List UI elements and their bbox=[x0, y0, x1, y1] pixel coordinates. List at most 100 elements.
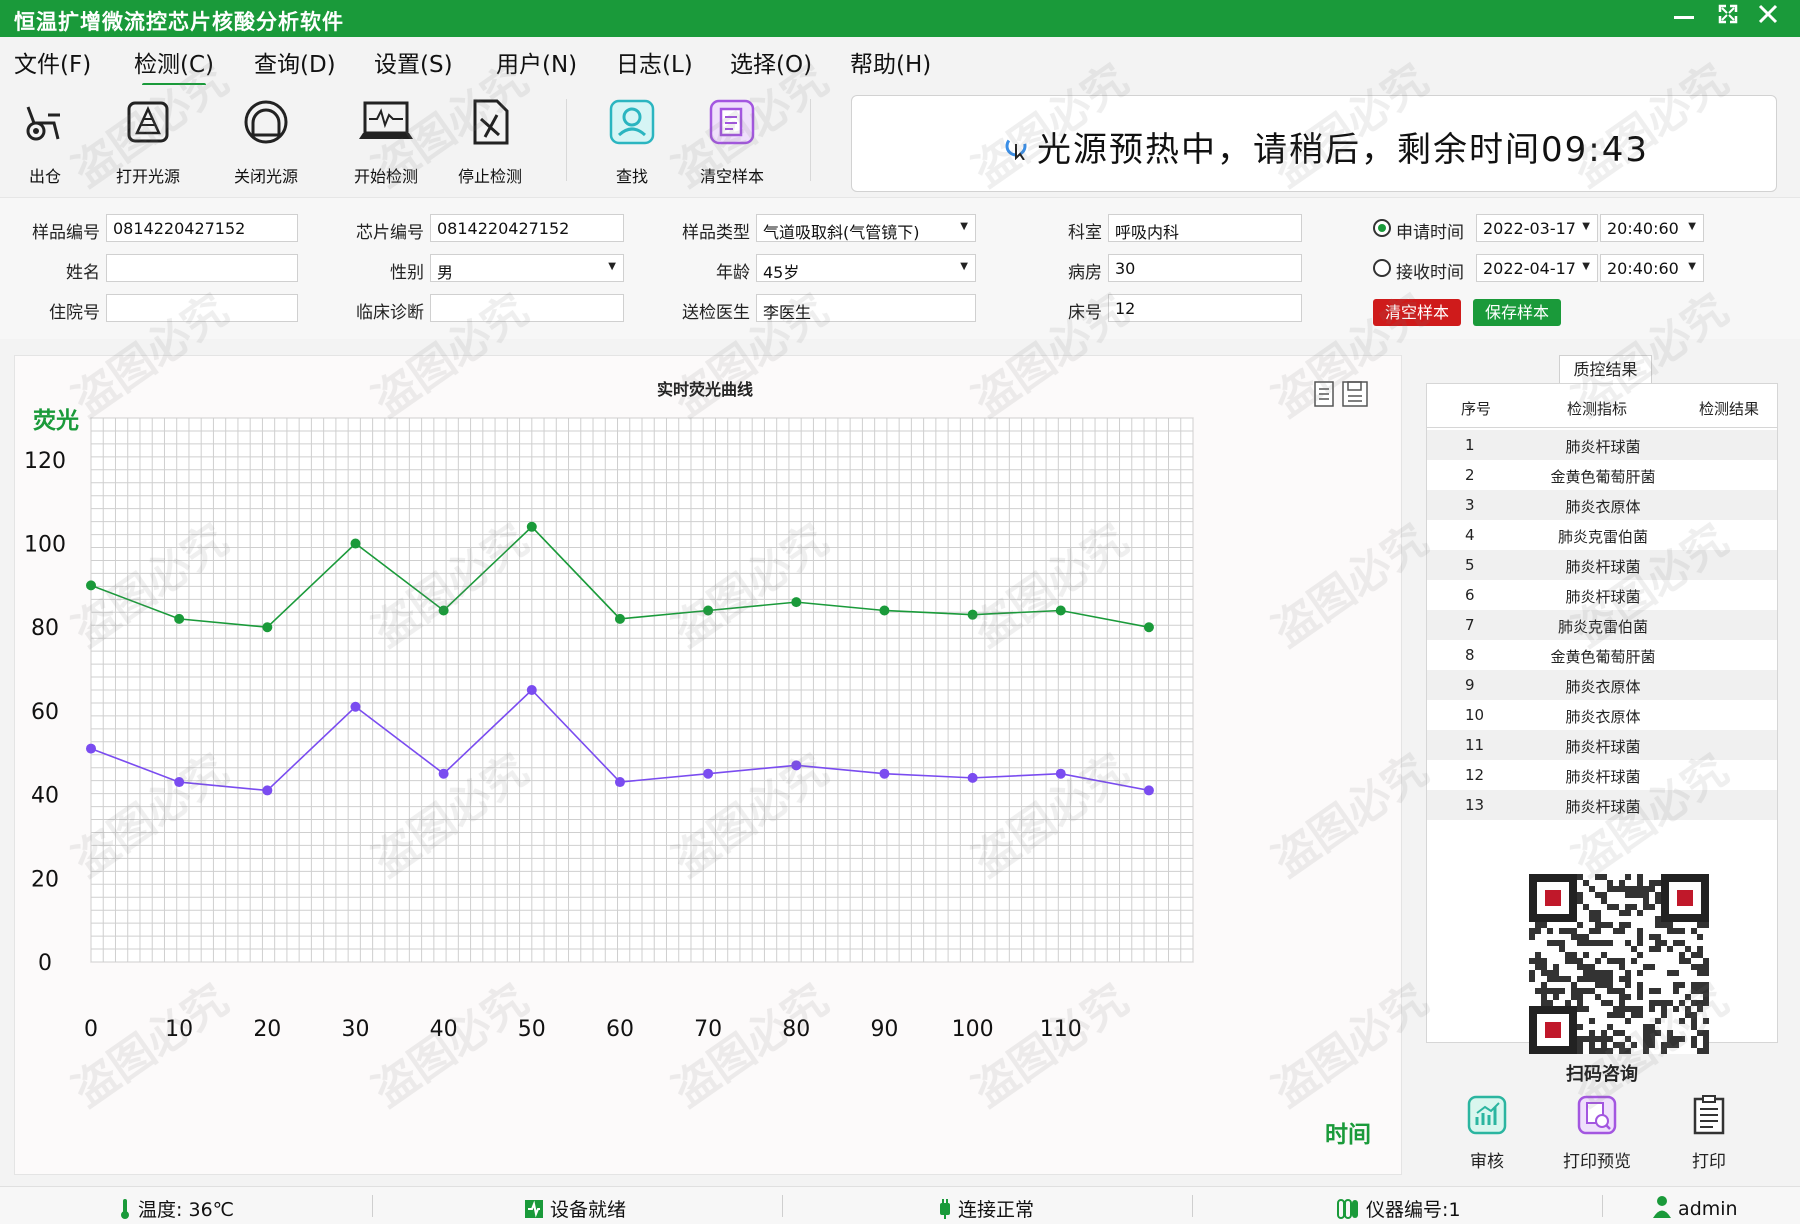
clear-sample-form-button[interactable]: 清空样本 bbox=[1373, 299, 1461, 326]
list-view-icon[interactable] bbox=[1314, 381, 1334, 407]
table-row[interactable]: 3 肺炎衣原体 bbox=[1427, 490, 1777, 520]
stop-detect-button[interactable]: 停止检测 bbox=[440, 95, 540, 186]
apply-clock-select[interactable]: 20:40:60 bbox=[1600, 214, 1704, 242]
table-row[interactable]: 6 肺炎杆球菌 bbox=[1427, 580, 1777, 610]
chart-panel: 0 20 40 60 80 100 120 0 10 20 30 40 50 60 70 80 90 100 11… bbox=[14, 355, 1402, 1175]
row-index: 12 bbox=[1465, 766, 1485, 784]
gender-select[interactable]: 男 bbox=[430, 254, 624, 282]
close-light-label: 关闭光源 bbox=[233, 167, 298, 186]
search-label: 查找 bbox=[615, 167, 648, 186]
receive-date-select[interactable]: 2022-04-17 bbox=[1476, 254, 1598, 282]
data-point bbox=[86, 743, 96, 754]
header-index: 序号 bbox=[1461, 400, 1492, 418]
review-button[interactable]: 审核 bbox=[1442, 1093, 1532, 1173]
header-indicator: 检测指标 bbox=[1567, 400, 1628, 418]
chip-no-field[interactable]: 0814220427152 bbox=[430, 214, 624, 242]
row-indicator: 肺炎杆球菌 bbox=[1565, 798, 1641, 816]
row-index: 6 bbox=[1465, 586, 1475, 604]
menu-log[interactable]: 日志(L) bbox=[616, 45, 693, 79]
temperature-status: 温度: 36℃ bbox=[118, 1195, 234, 1222]
title-bar: 恒温扩增微流控芯片核酸分析软件 bbox=[0, 0, 1800, 37]
maximize-icon bbox=[1718, 4, 1738, 24]
age-value: 45岁 bbox=[763, 263, 800, 282]
close-button[interactable] bbox=[1752, 2, 1784, 34]
print-button[interactable]: 打印 bbox=[1664, 1093, 1754, 1173]
start-detect-button[interactable]: 开始检测 bbox=[336, 95, 436, 186]
x-tick-label: 110 bbox=[1040, 1017, 1082, 1042]
out-button[interactable]: 出仓 bbox=[0, 95, 95, 186]
table-row[interactable]: 11 肺炎杆球菌 bbox=[1427, 730, 1777, 760]
print-preview-button[interactable]: 打印预览 bbox=[1552, 1093, 1642, 1173]
row-indicator: 肺炎杆球菌 bbox=[1565, 438, 1641, 456]
menu-query[interactable]: 查询(D) bbox=[254, 45, 336, 79]
receive-date-value: 2022-04-17 bbox=[1483, 259, 1576, 278]
table-row[interactable]: 8 金黄色葡萄肝菌 bbox=[1427, 640, 1777, 670]
apply-clock-value: 20:40:60 bbox=[1607, 219, 1679, 238]
data-point bbox=[174, 777, 185, 788]
menu-select[interactable]: 选择(O) bbox=[730, 45, 812, 79]
doctor-field[interactable]: 李医生 bbox=[756, 294, 976, 322]
y-tick-label: 80 bbox=[31, 616, 59, 641]
maximize-button[interactable] bbox=[1712, 2, 1744, 34]
open-light-button[interactable]: 打开光源 bbox=[98, 95, 198, 186]
data-point bbox=[614, 613, 625, 624]
row-index: 11 bbox=[1465, 736, 1485, 754]
user-status[interactable]: admin bbox=[1652, 1195, 1738, 1220]
menu-user[interactable]: 用户(N) bbox=[496, 45, 577, 79]
save-chart-icon[interactable] bbox=[1342, 381, 1368, 407]
minimize-button[interactable] bbox=[1668, 2, 1700, 34]
close-light-button[interactable]: 关闭光源 bbox=[216, 95, 316, 186]
menu-detect[interactable]: 检测(C) bbox=[134, 45, 214, 87]
toolbar-divider bbox=[810, 99, 811, 181]
doctor-label: 送检医生 bbox=[682, 303, 750, 323]
receive-clock-select[interactable]: 20:40:60 bbox=[1600, 254, 1704, 282]
sample-no-field[interactable]: 0814220427152 bbox=[106, 214, 298, 242]
row-indicator: 金黄色葡萄肝菌 bbox=[1550, 648, 1656, 666]
clear-sample-button[interactable]: 清空样本 bbox=[682, 95, 782, 186]
user-icon bbox=[1653, 1196, 1671, 1218]
table-row[interactable]: 4 肺炎克雷伯菌 bbox=[1427, 520, 1777, 550]
x-tick-label: 90 bbox=[870, 1017, 898, 1042]
status-message: 光源预热中，请稍后，剩余时间09:43 bbox=[1037, 130, 1649, 170]
table-row[interactable]: 12 肺炎杆球菌 bbox=[1427, 760, 1777, 790]
toolbar-divider bbox=[566, 99, 567, 181]
table-row[interactable]: 2 金黄色葡萄肝菌 bbox=[1427, 460, 1777, 490]
table-row[interactable]: 7 肺炎克雷伯菌 bbox=[1427, 610, 1777, 640]
apply-time-radio[interactable] bbox=[1373, 219, 1391, 237]
menu-help[interactable]: 帮助(H) bbox=[850, 45, 931, 79]
inpatient-field[interactable] bbox=[106, 294, 298, 322]
table-row[interactable]: 10 肺炎衣原体 bbox=[1427, 700, 1777, 730]
menu-file[interactable]: 文件(F) bbox=[14, 45, 91, 79]
receive-clock-value: 20:40:60 bbox=[1607, 259, 1679, 278]
minimize-icon bbox=[1674, 16, 1694, 19]
name-field[interactable] bbox=[106, 254, 298, 282]
save-sample-button[interactable]: 保存样本 bbox=[1473, 299, 1561, 326]
sample-type-select[interactable]: 气道吸取斜(气管镜下) bbox=[756, 214, 976, 242]
ward-field[interactable]: 30 bbox=[1108, 254, 1302, 282]
search-button[interactable]: 查找 bbox=[582, 95, 682, 186]
device-status: 设备就绪 bbox=[524, 1195, 626, 1222]
dept-field[interactable]: 呼吸内科 bbox=[1108, 214, 1302, 242]
qr-code-icon bbox=[1529, 874, 1709, 1054]
table-row[interactable]: 1 肺炎杆球菌 bbox=[1427, 430, 1777, 460]
close-icon bbox=[1758, 4, 1778, 24]
menu-settings[interactable]: 设置(S) bbox=[374, 45, 453, 79]
diagnosis-field[interactable] bbox=[430, 294, 624, 322]
apply-date-select[interactable]: 2022-03-17 bbox=[1476, 214, 1598, 242]
x-tick-label: 30 bbox=[341, 1017, 369, 1042]
device-icon bbox=[525, 1200, 543, 1218]
data-point bbox=[1055, 605, 1066, 616]
chart-grid bbox=[90, 417, 1194, 963]
table-row[interactable]: 13 肺炎杆球菌 bbox=[1427, 790, 1777, 820]
tab-qc-results[interactable]: 质控结果 bbox=[1559, 355, 1652, 383]
data-point bbox=[262, 622, 273, 633]
age-select[interactable]: 45岁 bbox=[756, 254, 976, 282]
bed-field[interactable]: 12 bbox=[1108, 294, 1302, 322]
row-indicator: 肺炎杆球菌 bbox=[1565, 768, 1641, 786]
data-point bbox=[879, 768, 890, 779]
row-index: 4 bbox=[1465, 526, 1475, 544]
table-row[interactable]: 9 肺炎衣原体 bbox=[1427, 670, 1777, 700]
receive-time-radio[interactable] bbox=[1373, 259, 1391, 277]
chart-title: 实时荧光曲线 bbox=[657, 380, 753, 399]
table-row[interactable]: 5 肺炎杆球菌 bbox=[1427, 550, 1777, 580]
